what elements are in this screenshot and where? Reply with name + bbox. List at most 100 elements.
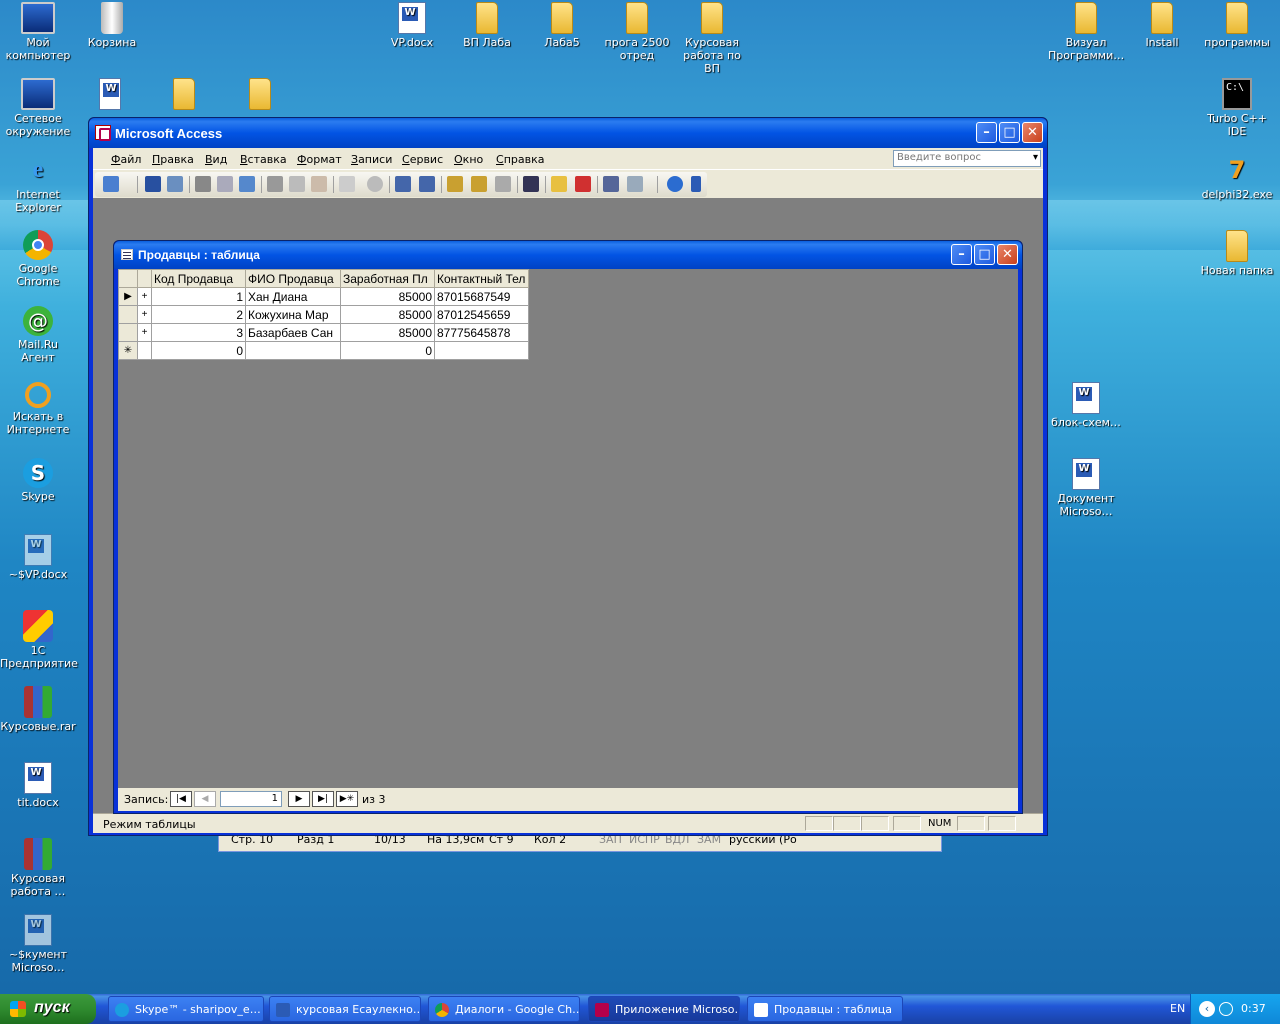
cell-phone[interactable]: 87775645878 xyxy=(434,323,529,342)
record-selector[interactable] xyxy=(118,323,138,342)
desktop-icon-turbo-cpp[interactable]: C:\ Turbo C++ IDE xyxy=(1199,78,1275,138)
expand-subdatasheet[interactable]: + xyxy=(137,305,152,324)
desktop-icon-kursovaya-vp[interactable]: Курсовая работа по ВП xyxy=(674,2,750,75)
menu-records[interactable]: Записи xyxy=(351,153,392,166)
desktop-icon-doc-partial[interactable] xyxy=(90,78,130,112)
access-titlebar[interactable]: Microsoft Access – □ ✕ xyxy=(89,118,1047,148)
desktop-icon-kursovye-rar[interactable]: Курсовые.rar xyxy=(0,686,76,733)
cell-phone[interactable] xyxy=(434,341,529,360)
filter-by-form-icon[interactable] xyxy=(471,176,487,192)
taskbar-access[interactable]: Приложение Microso… xyxy=(588,996,740,1022)
table-maximize-button[interactable]: □ xyxy=(974,244,995,265)
cell-name[interactable]: Хан Диана xyxy=(245,287,341,306)
cell-salary[interactable]: 85000 xyxy=(340,287,435,306)
desktop-icon-install[interactable]: Install xyxy=(1124,2,1200,49)
menu-insert[interactable]: Вставка xyxy=(240,153,287,166)
desktop-icon-delphi[interactable]: 7 delphi32.exe xyxy=(1199,154,1275,201)
copy-icon[interactable] xyxy=(289,176,305,192)
cell-id[interactable]: 3 xyxy=(151,323,246,342)
menu-view[interactable]: Вид xyxy=(205,153,227,166)
cell-name[interactable] xyxy=(245,341,341,360)
new-record-button[interactable]: ▶✳ xyxy=(336,791,358,807)
spelling-icon[interactable] xyxy=(239,176,255,192)
desktop-icon-vp-docx[interactable]: VP.docx xyxy=(374,2,450,49)
column-header-id[interactable]: Код Продавца xyxy=(151,269,246,288)
search-file-icon[interactable] xyxy=(167,176,183,192)
paste-icon[interactable] xyxy=(311,176,327,192)
table-row[interactable]: + 2 Кожухина Мар 85000 87012545659 xyxy=(118,305,529,324)
desktop-icon-skype[interactable]: S Skype xyxy=(0,458,76,503)
desktop-icon-blok-shem[interactable]: блок-схем… xyxy=(1048,382,1124,429)
cell-id[interactable]: 2 xyxy=(151,305,246,324)
taskbar-word[interactable]: курсовая Есаулекно… xyxy=(269,996,421,1022)
column-header-name[interactable]: ФИО Продавца xyxy=(245,269,341,288)
expand-subdatasheet[interactable]: + xyxy=(137,287,152,306)
menu-window[interactable]: Окно xyxy=(454,153,483,166)
new-record-icon[interactable] xyxy=(551,176,567,192)
taskbar-skype[interactable]: Skype™ - sharipov_e… xyxy=(108,996,264,1022)
cell-name[interactable]: Кожухина Мар xyxy=(245,305,341,324)
menu-help[interactable]: Справка xyxy=(496,153,544,166)
help-icon[interactable] xyxy=(667,176,683,192)
desktop-icon-internet-explorer[interactable]: e Internet Explorer xyxy=(0,154,76,214)
cell-name[interactable]: Базарбаев Сан xyxy=(245,323,341,342)
cell-phone[interactable]: 87012545659 xyxy=(434,305,529,324)
cell-id[interactable]: 0 xyxy=(151,341,246,360)
find-icon[interactable] xyxy=(523,176,539,192)
first-record-button[interactable]: |◀ xyxy=(170,791,192,807)
desktop-icon-recycle-bin[interactable]: Корзина xyxy=(74,2,150,49)
access-app-icon[interactable] xyxy=(95,125,111,141)
hyperlink-icon[interactable] xyxy=(367,176,383,192)
record-number-input[interactable]: 1 xyxy=(220,791,282,807)
expand-subdatasheet[interactable]: + xyxy=(137,323,152,342)
cell-salary[interactable]: 85000 xyxy=(340,323,435,342)
save-icon[interactable] xyxy=(145,176,161,192)
desktop-icon-tit-docx[interactable]: tit.docx xyxy=(0,762,76,809)
tray-expand-icon[interactable]: ‹ xyxy=(1199,1001,1215,1017)
print-preview-icon[interactable] xyxy=(217,176,233,192)
delete-record-icon[interactable] xyxy=(575,176,591,192)
cell-salary[interactable]: 0 xyxy=(340,341,435,360)
undo-icon[interactable] xyxy=(339,176,355,192)
select-all-corner[interactable] xyxy=(118,269,138,288)
table-minimize-button[interactable]: – xyxy=(951,244,972,265)
desktop-icon-word-doc[interactable]: Документ Microso… xyxy=(1048,458,1124,518)
last-record-button[interactable]: ▶| xyxy=(312,791,334,807)
toolbar-options-icon[interactable] xyxy=(691,176,701,192)
record-selector[interactable] xyxy=(118,305,138,324)
next-record-button[interactable]: ▶ xyxy=(288,791,310,807)
table-row[interactable]: ▶ + 1 Хан Диана 85000 87015687549 xyxy=(118,287,529,306)
desktop-icon-vp-laba[interactable]: ВП Лаба xyxy=(449,2,525,49)
column-header-salary[interactable]: Заработная Пл xyxy=(340,269,435,288)
desktop-icon-search-web[interactable]: Искать в Интернете xyxy=(0,382,76,436)
desktop-icon-new-folder[interactable]: Новая папка xyxy=(1199,230,1275,277)
desktop-icon-chrome[interactable]: Google Chrome xyxy=(0,230,76,288)
desktop-icon-1c[interactable]: 1С Предприятие xyxy=(0,610,78,670)
filter-by-selection-icon[interactable] xyxy=(447,176,463,192)
new-record-row[interactable]: ✳ 0 0 xyxy=(118,341,529,360)
print-icon[interactable] xyxy=(195,176,211,192)
minimize-button[interactable]: – xyxy=(976,122,997,143)
new-object-icon[interactable] xyxy=(627,176,643,192)
table-row[interactable]: + 3 Базарбаев Сан 85000 87775645878 xyxy=(118,323,529,342)
cell-salary[interactable]: 85000 xyxy=(340,305,435,324)
desktop-icon-mailru[interactable]: @ Mail.Ru Агент xyxy=(0,306,76,364)
table-window-titlebar[interactable]: Продавцы : таблица – □ ✕ xyxy=(114,241,1022,269)
menu-format[interactable]: Формат xyxy=(297,153,342,166)
menu-file[interactable]: Файл xyxy=(111,153,141,166)
column-header-phone[interactable]: Контактный Тел xyxy=(434,269,529,288)
desktop-icon-proga[interactable]: прога 2500 отред xyxy=(599,2,675,62)
view-icon[interactable] xyxy=(103,176,119,192)
table-icon[interactable] xyxy=(121,249,133,260)
taskbar-table[interactable]: Продавцы : таблица xyxy=(747,996,903,1022)
apply-filter-icon[interactable] xyxy=(495,176,511,192)
desktop-icon-temp-doc[interactable]: ~$кумент Microso… xyxy=(0,914,76,974)
start-button[interactable]: пуск xyxy=(0,994,96,1024)
desktop-icon-kursovaya-rar[interactable]: Курсовая работа … xyxy=(0,838,76,898)
new-record-selector[interactable]: ✳ xyxy=(118,341,138,360)
desktop-icon-laba5[interactable]: Лаба5 xyxy=(524,2,600,49)
clock[interactable]: 0:37 xyxy=(1241,1002,1266,1015)
desktop-icon-programmy[interactable]: программы xyxy=(1199,2,1275,49)
previous-record-button[interactable]: ◀ xyxy=(194,791,216,807)
table-close-button[interactable]: ✕ xyxy=(997,244,1018,265)
